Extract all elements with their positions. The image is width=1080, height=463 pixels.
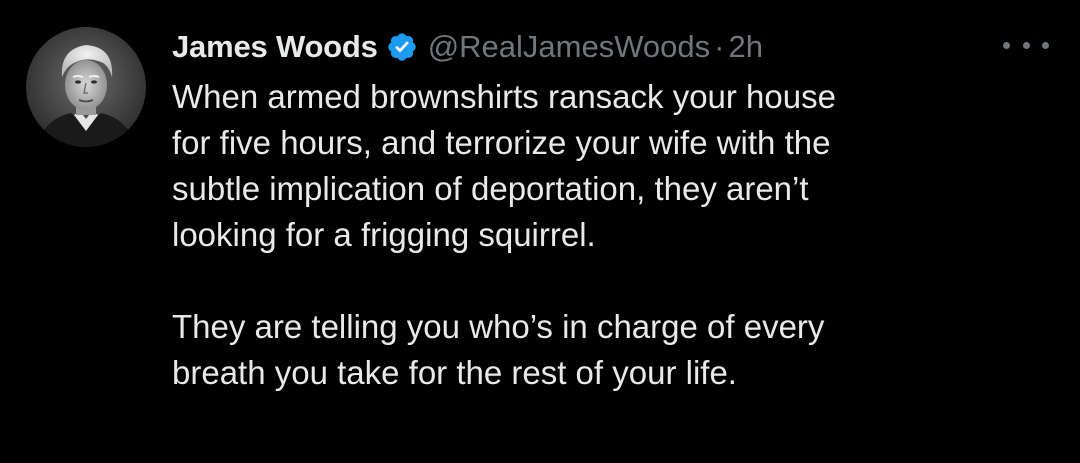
tweet-paragraph: They are telling you who’s in charge of … (172, 308, 825, 391)
tweet-text: When armed brownshirts ransack your hous… (172, 74, 1042, 396)
tweet-card[interactable]: James Woods @RealJamesWoods · 2h When ar… (0, 0, 1080, 463)
more-dot (1022, 41, 1030, 49)
verified-badge-icon (386, 31, 418, 63)
author-handle[interactable]: @RealJamesWoods (428, 29, 710, 65)
more-dot (1003, 41, 1010, 49)
tweet-timestamp[interactable]: 2h (728, 29, 762, 65)
author-avatar[interactable] (26, 27, 146, 147)
more-options-icon[interactable] (1003, 38, 1049, 52)
header-separator: · (714, 29, 725, 64)
author-display-name[interactable]: James Woods (172, 29, 378, 65)
tweet-header: James Woods @RealJamesWoods · 2h (172, 26, 763, 68)
tweet-paragraph: When armed brownshirts ransack your hous… (172, 78, 836, 253)
more-dot (1042, 41, 1049, 49)
avatar-photo-icon (26, 27, 146, 147)
